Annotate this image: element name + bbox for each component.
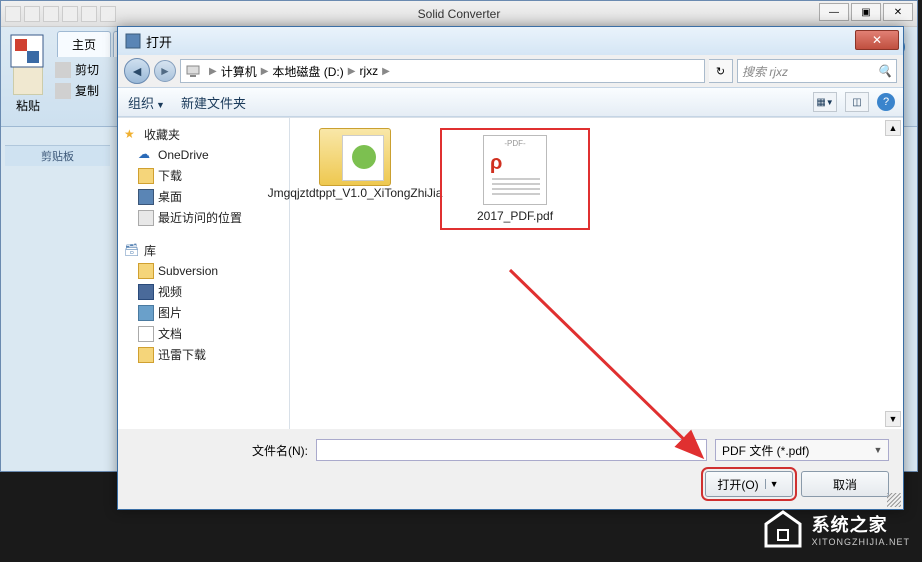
paste-label: 粘贴: [16, 97, 40, 114]
chevron-right-icon[interactable]: ▶: [348, 66, 356, 77]
search-icon: 🔍: [877, 64, 892, 78]
file-name: Jmgqjztdtppt_V1.0_XiTongZhiJia: [268, 186, 443, 200]
picture-icon: [138, 305, 154, 321]
quick-access-toolbar: [1, 4, 120, 24]
dialog-close-button[interactable]: ✕: [855, 30, 899, 50]
computer-icon: [185, 63, 201, 79]
sidebar-item-recent[interactable]: 最近访问的位置: [120, 207, 287, 228]
document-icon: [138, 326, 154, 342]
nav-bar: ◄ ► ▶ 计算机 ▶ 本地磁盘 (D:) ▶ rjxz ▶ ↻ 搜索 rjxz…: [118, 55, 903, 87]
sidebar-item-pictures[interactable]: 图片: [120, 302, 287, 323]
qa-icon[interactable]: [24, 6, 40, 22]
star-icon: ★: [124, 127, 140, 143]
copy-icon: [55, 83, 71, 99]
chevron-down-icon: ▼: [156, 100, 165, 110]
watermark: 系统之家 XITONGZHIJIA.NET: [762, 508, 910, 550]
chevron-right-icon[interactable]: ▶: [382, 66, 390, 77]
watermark-cn: 系统之家: [812, 511, 910, 537]
sidebar-item-subversion[interactable]: Subversion: [120, 261, 287, 281]
clipboard-group-label: 剪贴板: [5, 145, 110, 166]
maximize-button[interactable]: ▣: [851, 3, 881, 21]
qa-icon[interactable]: [5, 6, 21, 22]
dialog-titlebar: 打开 ✕: [118, 27, 903, 55]
chevron-down-icon[interactable]: ▼: [765, 479, 781, 489]
forward-button[interactable]: ►: [154, 60, 176, 82]
cut-button[interactable]: 剪切: [55, 61, 99, 78]
tab-home[interactable]: 主页: [57, 31, 111, 57]
library-icon: 🗃: [124, 243, 140, 259]
folder-icon: [319, 128, 391, 186]
search-input[interactable]: 搜索 rjxz 🔍: [737, 59, 897, 83]
watermark-logo-icon: [762, 508, 804, 550]
sidebar-libraries[interactable]: 🗃库: [120, 240, 287, 261]
open-file-dialog: 打开 ✕ ◄ ► ▶ 计算机 ▶ 本地磁盘 (D:) ▶ rjxz ▶ ↻ 搜索…: [117, 26, 904, 510]
annotation-highlight-box: ρ 2017_PDF.pdf: [440, 128, 590, 230]
back-button[interactable]: ◄: [124, 58, 150, 84]
chevron-right-icon[interactable]: ▶: [261, 66, 269, 77]
file-item-folder[interactable]: Jmgqjztdtppt_V1.0_XiTongZhiJia: [300, 128, 410, 200]
folder-icon: [138, 347, 154, 363]
filename-input[interactable]: ▼: [316, 439, 707, 461]
scroll-up-button[interactable]: ▲: [885, 120, 901, 136]
dialog-footer: 文件名(N): ▼ PDF 文件 (*.pdf) ▼ 打开(O) ▼ 取消: [118, 429, 903, 507]
qa-icon[interactable]: [81, 6, 97, 22]
cloud-icon: ☁: [138, 147, 154, 163]
open-button[interactable]: 打开(O) ▼: [705, 471, 793, 497]
preview-pane-button[interactable]: ◫: [845, 92, 869, 112]
close-button[interactable]: ✕: [883, 3, 913, 21]
chevron-down-icon[interactable]: ▼: [688, 445, 704, 455]
watermark-en: XITONGZHIJIA.NET: [812, 537, 910, 547]
copy-button[interactable]: 复制: [55, 82, 99, 99]
app-title: Solid Converter: [418, 7, 501, 21]
video-icon: [138, 284, 154, 300]
qa-icon[interactable]: [62, 6, 78, 22]
dialog-icon: [124, 32, 142, 50]
cancel-button[interactable]: 取消: [801, 471, 889, 497]
qa-icon[interactable]: [100, 6, 116, 22]
breadcrumb-disk[interactable]: 本地磁盘 (D:): [272, 63, 343, 80]
scroll-down-button[interactable]: ▼: [885, 411, 901, 427]
sidebar-item-videos[interactable]: 视频: [120, 281, 287, 302]
dialog-title: 打开: [146, 32, 172, 51]
sidebar-item-desktop[interactable]: 桌面: [120, 186, 287, 207]
filename-label: 文件名(N):: [132, 442, 308, 459]
scissors-icon: [55, 62, 71, 78]
search-placeholder: 搜索 rjxz: [742, 63, 788, 80]
app-icon: [7, 31, 47, 71]
sidebar: ★收藏夹 ☁OneDrive 下载 桌面 最近访问的位置 🗃库 Subversi…: [118, 117, 290, 429]
minimize-button[interactable]: —: [819, 3, 849, 21]
filetype-dropdown[interactable]: PDF 文件 (*.pdf) ▼: [715, 439, 889, 461]
pdf-icon: ρ: [483, 135, 547, 205]
file-list-pane[interactable]: ▲ Jmgqjztdtppt_V1.0_XiTongZhiJia ρ 2017_…: [290, 117, 903, 429]
chevron-down-icon[interactable]: ▼: [870, 445, 886, 455]
dialog-toolbar: 组织▼ 新建文件夹 ▦ ▼ ◫ ?: [118, 87, 903, 117]
folder-icon: [138, 168, 154, 184]
recent-icon: [138, 210, 154, 226]
file-item-pdf[interactable]: ρ 2017_PDF.pdf: [460, 135, 570, 223]
desktop-icon: [138, 189, 154, 205]
breadcrumb[interactable]: ▶ 计算机 ▶ 本地磁盘 (D:) ▶ rjxz ▶: [180, 59, 705, 83]
folder-icon: [138, 263, 154, 279]
sidebar-favorites[interactable]: ★收藏夹: [120, 124, 287, 145]
breadcrumb-folder[interactable]: rjxz: [359, 64, 378, 78]
sidebar-item-xunlei[interactable]: 迅雷下载: [120, 344, 287, 365]
file-name: 2017_PDF.pdf: [477, 209, 553, 223]
view-button[interactable]: ▦ ▼: [813, 92, 837, 112]
sidebar-item-onedrive[interactable]: ☁OneDrive: [120, 145, 287, 165]
refresh-button[interactable]: ↻: [709, 59, 733, 83]
organize-menu[interactable]: 组织▼: [128, 93, 165, 112]
qa-icon[interactable]: [43, 6, 59, 22]
main-titlebar: Solid Converter — ▣ ✕: [1, 1, 917, 27]
breadcrumb-computer[interactable]: 计算机: [221, 63, 257, 80]
help-icon[interactable]: ?: [877, 93, 895, 111]
chevron-right-icon[interactable]: ▶: [209, 66, 217, 77]
sidebar-item-downloads[interactable]: 下载: [120, 165, 287, 186]
new-folder-button[interactable]: 新建文件夹: [181, 93, 246, 112]
sidebar-item-documents[interactable]: 文档: [120, 323, 287, 344]
resize-grip[interactable]: [887, 493, 901, 507]
